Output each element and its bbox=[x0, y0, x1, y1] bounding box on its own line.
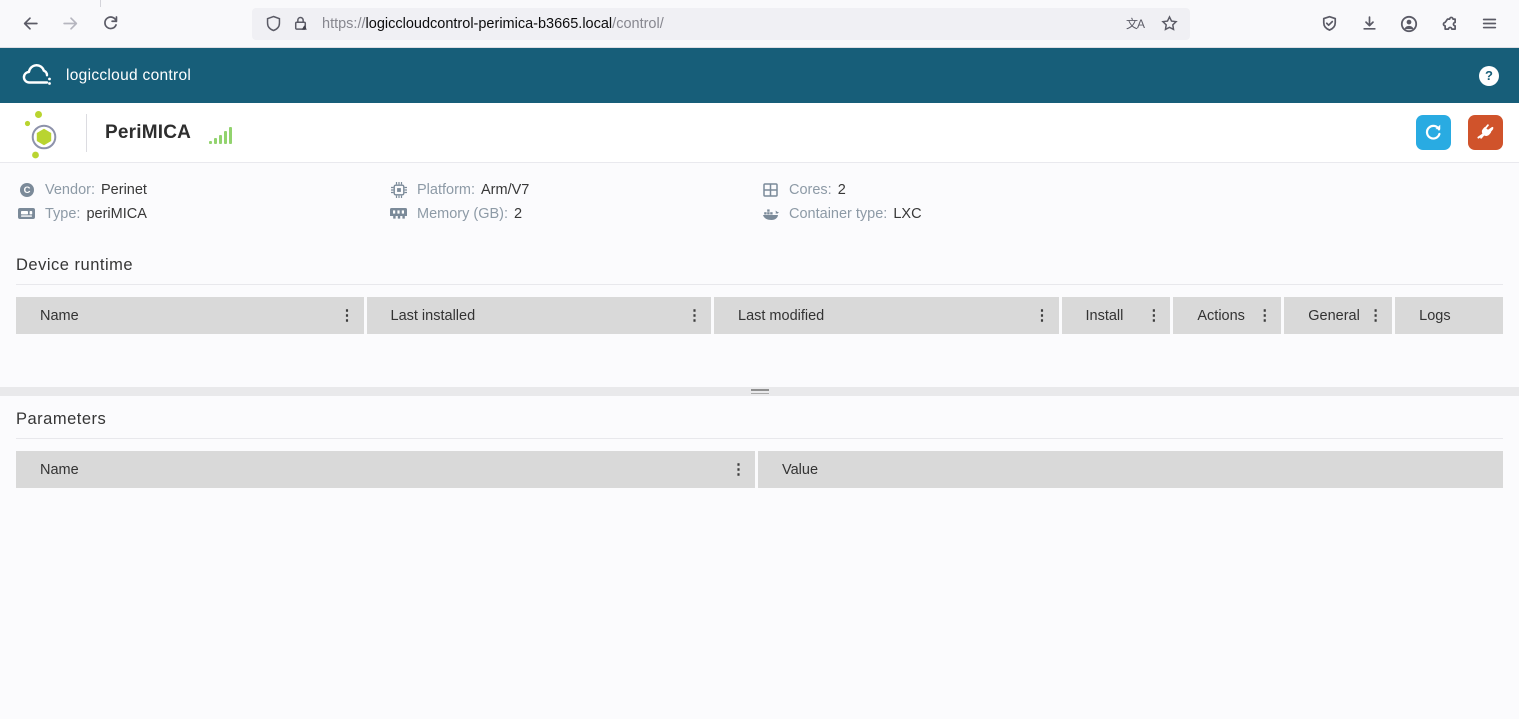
info-column-3: Cores: 2 Container type: LXC bbox=[760, 178, 922, 226]
splitter-drag-handle[interactable] bbox=[751, 389, 769, 394]
runtime-col-logs[interactable]: Logs bbox=[1395, 297, 1503, 334]
parameters-heading: Parameters bbox=[16, 410, 1503, 429]
column-menu-icon[interactable]: ⋮ bbox=[338, 308, 357, 323]
parameters-table-header: Name ⋮ Value bbox=[16, 451, 1503, 488]
device-title: PeriMICA bbox=[105, 122, 191, 144]
column-menu-icon[interactable]: ⋮ bbox=[1033, 308, 1052, 323]
info-value: LXC bbox=[893, 206, 921, 222]
column-label: Logs bbox=[1419, 308, 1496, 324]
signal-strength-icon bbox=[209, 126, 234, 145]
column-menu-icon[interactable]: ⋮ bbox=[1144, 308, 1163, 323]
account-icon[interactable] bbox=[1392, 7, 1426, 41]
info-column-1: C Vendor: Perinet Type: periMICA bbox=[16, 178, 388, 226]
info-label: Container type: bbox=[789, 206, 887, 222]
runtime-col-actions[interactable]: Actions ⋮ bbox=[1173, 297, 1281, 334]
extensions-puzzle-icon[interactable] bbox=[1432, 7, 1466, 41]
perinet-logo bbox=[16, 105, 72, 161]
svg-text:C: C bbox=[23, 185, 30, 196]
unplug-icon bbox=[1476, 123, 1495, 142]
browser-toolbar: https://logiccloudcontrol-perimica-b3665… bbox=[0, 0, 1519, 48]
chip-icon bbox=[390, 182, 407, 199]
column-label: Name bbox=[40, 462, 729, 478]
column-label: Name bbox=[40, 308, 338, 324]
info-platform: Platform: Arm/V7 bbox=[388, 178, 760, 202]
parameters-col-name[interactable]: Name ⋮ bbox=[16, 451, 755, 488]
info-type: Type: periMICA bbox=[16, 202, 388, 226]
protections-shield-icon[interactable] bbox=[1312, 7, 1346, 41]
info-value: Arm/V7 bbox=[481, 182, 529, 198]
app-header-bar: logiccloud control ? bbox=[0, 48, 1519, 103]
refresh-icon bbox=[1424, 123, 1443, 142]
cores-grid-icon bbox=[762, 182, 779, 199]
container-whale-icon bbox=[762, 206, 779, 223]
runtime-col-last-modified[interactable]: Last modified ⋮ bbox=[714, 297, 1059, 334]
header-divider bbox=[86, 114, 87, 152]
runtime-col-last-installed[interactable]: Last installed ⋮ bbox=[367, 297, 712, 334]
info-label: Cores: bbox=[789, 182, 832, 198]
menu-hamburger-icon[interactable] bbox=[1472, 7, 1506, 41]
lock-warning-icon[interactable] bbox=[291, 15, 309, 33]
url-path: /control/ bbox=[612, 16, 664, 32]
device-header: PeriMICA bbox=[0, 103, 1519, 163]
column-label: General bbox=[1308, 308, 1366, 324]
device-icon bbox=[18, 206, 35, 223]
info-vendor: C Vendor: Perinet bbox=[16, 178, 388, 202]
info-value: Perinet bbox=[101, 182, 147, 198]
back-button[interactable] bbox=[13, 7, 47, 41]
device-info-panel: C Vendor: Perinet Type: periMICA bbox=[16, 163, 1503, 226]
address-bar[interactable]: https://logiccloudcontrol-perimica-b3665… bbox=[252, 8, 1190, 40]
runtime-col-general[interactable]: General ⋮ bbox=[1284, 297, 1392, 334]
column-label: Value bbox=[782, 462, 1496, 478]
runtime-col-install[interactable]: Install ⋮ bbox=[1062, 297, 1171, 334]
reload-button[interactable] bbox=[93, 7, 127, 41]
column-menu-icon[interactable]: ⋮ bbox=[685, 308, 704, 323]
column-label: Last installed bbox=[391, 308, 686, 324]
info-label: Type: bbox=[45, 206, 80, 222]
column-menu-icon[interactable]: ⋮ bbox=[1366, 308, 1385, 323]
runtime-col-name[interactable]: Name ⋮ bbox=[16, 297, 364, 334]
info-container-type: Container type: LXC bbox=[760, 202, 922, 226]
bookmark-star-icon[interactable] bbox=[1160, 15, 1178, 33]
column-menu-icon[interactable]: ⋮ bbox=[1255, 308, 1274, 323]
info-cores: Cores: 2 bbox=[760, 178, 922, 202]
help-button[interactable]: ? bbox=[1479, 66, 1499, 86]
info-memory: Memory (GB): 2 bbox=[388, 202, 760, 226]
copyright-icon: C bbox=[18, 182, 35, 199]
section-rule bbox=[16, 284, 1503, 285]
column-menu-icon[interactable]: ⋮ bbox=[729, 462, 748, 477]
runtime-table-body-empty bbox=[16, 334, 1503, 387]
help-icon: ? bbox=[1485, 68, 1493, 83]
downloads-icon[interactable] bbox=[1352, 7, 1386, 41]
tab-edge bbox=[100, 0, 101, 7]
device-runtime-heading: Device runtime bbox=[16, 256, 1503, 275]
url-scheme: https:// bbox=[322, 16, 366, 32]
column-label: Actions bbox=[1197, 308, 1255, 324]
column-label: Install bbox=[1086, 308, 1145, 324]
cloud-logo-icon bbox=[20, 63, 54, 89]
info-label: Memory (GB): bbox=[417, 206, 508, 222]
app-title: logiccloud control bbox=[66, 67, 191, 85]
url-text: https://logiccloudcontrol-perimica-b3665… bbox=[322, 16, 1126, 32]
column-label: Last modified bbox=[738, 308, 1033, 324]
translate-icon[interactable]: 文A bbox=[1126, 15, 1144, 32]
info-label: Vendor: bbox=[45, 182, 95, 198]
back-arrow-icon bbox=[22, 15, 39, 32]
pane-splitter bbox=[0, 387, 1519, 396]
info-label: Platform: bbox=[417, 182, 475, 198]
disconnect-button[interactable] bbox=[1468, 115, 1503, 150]
refresh-button[interactable] bbox=[1416, 115, 1451, 150]
runtime-table-header: Name ⋮ Last installed ⋮ Last modified ⋮ … bbox=[16, 297, 1503, 334]
reload-icon bbox=[102, 15, 119, 32]
info-value: 2 bbox=[838, 182, 846, 198]
parameters-col-value[interactable]: Value bbox=[758, 451, 1503, 488]
url-host: logiccloudcontrol-perimica-b3665.local bbox=[366, 16, 613, 32]
memory-icon bbox=[390, 206, 407, 223]
forward-arrow-icon bbox=[62, 15, 79, 32]
info-column-2: Platform: Arm/V7 Memory (GB): 2 bbox=[388, 178, 760, 226]
section-rule bbox=[16, 438, 1503, 439]
shield-icon[interactable] bbox=[264, 15, 282, 33]
forward-button[interactable] bbox=[53, 7, 87, 41]
info-value: periMICA bbox=[86, 206, 146, 222]
info-value: 2 bbox=[514, 206, 522, 222]
